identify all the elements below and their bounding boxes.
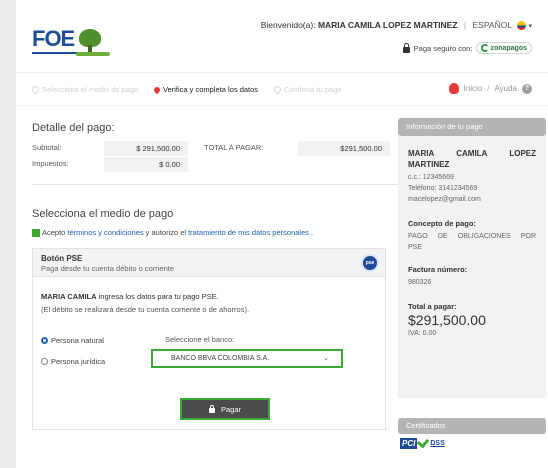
- payer-phone: Teléfono: 3141234569: [408, 185, 478, 192]
- map-pin-icon: [30, 84, 41, 95]
- subtotal-label: Subtotal:: [32, 143, 62, 152]
- map-pin-icon: [272, 84, 283, 95]
- step-verify-data: Verifica y completa los datos: [152, 85, 258, 94]
- terms-checkbox[interactable]: [32, 228, 40, 237]
- pse-header: Botón PSE Paga desde tu cuenta débito o …: [33, 249, 385, 277]
- invoice-value: 980326: [408, 279, 432, 286]
- payment-page: FOE Bienvenido(a): MARIA CAMILA LOPEZ MA…: [16, 0, 548, 468]
- zonapagos-logo: zonapagos: [476, 42, 532, 54]
- total-pay-label: Total a pagar:: [408, 302, 457, 311]
- colombia-flag-icon[interactable]: [517, 21, 527, 31]
- concept-label: Concepto de pago:: [408, 219, 476, 228]
- select-method-title: Selecciona el medio de pago: [32, 208, 174, 220]
- help-link[interactable]: Ayuda: [494, 84, 517, 93]
- chevron-down-icon: ⌄: [323, 355, 329, 362]
- concept-value-cont: PSE: [408, 244, 423, 251]
- step-select-method[interactable]: Selecciona el medio de pago: [30, 84, 138, 95]
- total-pay-value: $291,500.00: [408, 312, 486, 328]
- lock-icon: [402, 42, 410, 53]
- payment-info-header: Información de tu pago: [398, 118, 546, 136]
- iva-value: IVA: 0.00: [408, 330, 437, 337]
- terms-link[interactable]: términos y condiciones: [67, 228, 143, 237]
- help-icon[interactable]: ?: [522, 83, 532, 94]
- pse-instruction: MARIA CAMILA ingresa los datos para tu p…: [41, 292, 219, 301]
- total-label: TOTAL A PAGAR:: [204, 143, 264, 152]
- bank-select-label: Seleccione el banco:: [165, 335, 235, 344]
- payer-email: macelopez@gmail.com: [408, 196, 481, 203]
- tax-value: $ 0.00: [104, 157, 188, 172]
- pse-payment-box: Botón PSE Paga desde tu cuenta débito o …: [32, 248, 386, 430]
- chevron-down-icon[interactable]: ▾: [528, 23, 532, 30]
- secure-payment-notice: Paga seguro con: zonapagos: [402, 42, 532, 54]
- payer-id: c.c.: 12345669: [408, 174, 454, 181]
- divider: [32, 184, 398, 185]
- pse-logo-icon: pse: [361, 254, 379, 272]
- checkmark-icon: [417, 435, 430, 448]
- payment-detail-title: Detalle del pago:: [32, 122, 115, 134]
- invoice-label: Factura número:: [408, 265, 468, 274]
- radio-natural-person[interactable]: Persona natural: [41, 336, 104, 345]
- home-icon[interactable]: [448, 83, 459, 94]
- terms-row: Acepto términos y condiciones y autorizo…: [32, 228, 313, 237]
- pse-note: (El débito se realizará desde tu cuenta …: [41, 305, 250, 314]
- pay-button[interactable]: Pagar: [180, 398, 270, 420]
- radio-selected[interactable]: [41, 337, 48, 344]
- concept-value: PAGO DE OBLIGACIONES POR: [408, 233, 536, 240]
- pse-title: Botón PSE: [41, 254, 83, 263]
- bank-select[interactable]: BANCO BBVA COLOMBIA S.A. ⌄: [151, 349, 343, 368]
- pci-dss-badge: PCI DSS: [400, 435, 445, 449]
- pse-subtitle: Paga desde tu cuenta débito o corriente: [41, 264, 175, 273]
- top-nav: Inicio / Ayuda ?: [448, 83, 532, 94]
- payment-info-panel: MARIA CAMILA LOPEZ MARTINEZ c.c.: 123456…: [398, 136, 546, 398]
- welcome-bar: Bienvenido(a): MARIA CAMILA LOPEZ MARTIN…: [260, 20, 532, 31]
- foe-logo[interactable]: FOE: [32, 26, 114, 58]
- privacy-link[interactable]: tratamiento de mis datos personales: [188, 228, 309, 237]
- payer-name-cont: MARTINEZ: [408, 160, 450, 169]
- tax-label: Impuestos:: [32, 159, 69, 168]
- language-selector[interactable]: ESPAÑOL: [473, 20, 512, 30]
- map-pin-icon: [152, 85, 162, 94]
- lock-icon: [208, 404, 215, 413]
- steps-bar: Selecciona el medio de pago Verifica y c…: [16, 72, 548, 106]
- certificates-header: Certificados: [398, 418, 546, 434]
- payer-name: MARIA CAMILA LOPEZ: [408, 149, 536, 158]
- radio-legal-person[interactable]: Persona jurídica: [41, 357, 105, 366]
- home-link[interactable]: Inicio: [464, 84, 483, 93]
- step-confirm-payment: Confirma tu pago: [272, 84, 342, 95]
- subtotal-value: $ 291,500.00: [104, 141, 188, 156]
- user-name: MARIA CAMILA LOPEZ MARTINEZ: [317, 20, 458, 30]
- radio-unselected[interactable]: [41, 358, 48, 365]
- total-value: $291,500.00: [298, 141, 390, 156]
